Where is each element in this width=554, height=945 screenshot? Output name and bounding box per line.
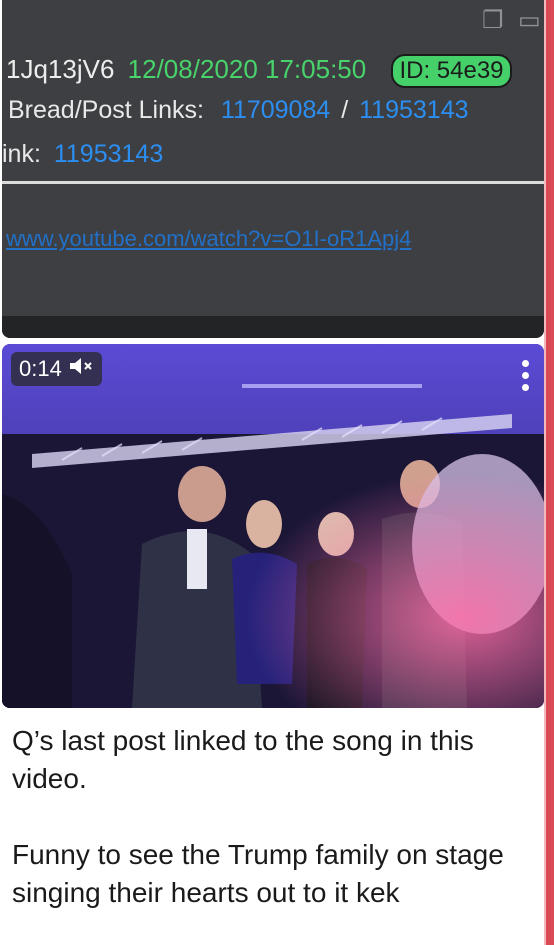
post-meta: 1Jq13jV6 12/08/2020 17:05:50 ID: 54e39 [6, 54, 512, 88]
bread-link-2[interactable]: 11953143 [359, 96, 468, 124]
video-frame [2, 344, 544, 708]
bread-link-separator: / [341, 96, 349, 124]
post-link[interactable]: 11953143 [54, 140, 163, 168]
screenshot-bottom-bar [2, 316, 544, 338]
post-screenshot: ❐ ▭ 1Jq13jV6 12/08/2020 17:05:50 ID: 54e… [2, 0, 544, 338]
post-date: 12/08/2020 17:05:50 [127, 54, 367, 84]
screenshot-toolbar: ❐ ▭ [482, 8, 544, 34]
speaker-muted-icon[interactable] [68, 352, 94, 386]
bread-links-label: Bread/Post Links: [8, 96, 204, 124]
link-label: ink: [2, 140, 41, 168]
post-divider [2, 181, 544, 184]
video-time: 0:14 [19, 356, 62, 381]
caption-paragraph-1: Q’s last post linked to the song in this… [12, 725, 474, 794]
bread-links-row: Bread/Post Links: 11709084 / 11953143 [8, 96, 469, 125]
edge-accent-bar [546, 0, 554, 945]
id-badge[interactable]: ID: 54e39 [391, 54, 512, 88]
vr-glasses-icon[interactable]: ▭ [518, 8, 544, 34]
post-username: 1Jq13jV6 [6, 54, 115, 84]
link-row: ink: 11953143 [2, 140, 163, 169]
post-caption: Q’s last post linked to the song in this… [12, 722, 532, 912]
kebab-menu-icon[interactable] [522, 360, 530, 396]
video-player[interactable]: 0:14 [2, 344, 544, 708]
copy-icon[interactable]: ❐ [482, 8, 508, 34]
bread-link-1[interactable]: 11709084 [221, 96, 330, 124]
video-time-overlay[interactable]: 0:14 [11, 352, 102, 386]
caption-paragraph-2: Funny to see the Trump family on stage s… [12, 839, 504, 908]
youtube-link[interactable]: www.youtube.com/watch?v=O1I-oR1Apj4 [6, 226, 411, 252]
